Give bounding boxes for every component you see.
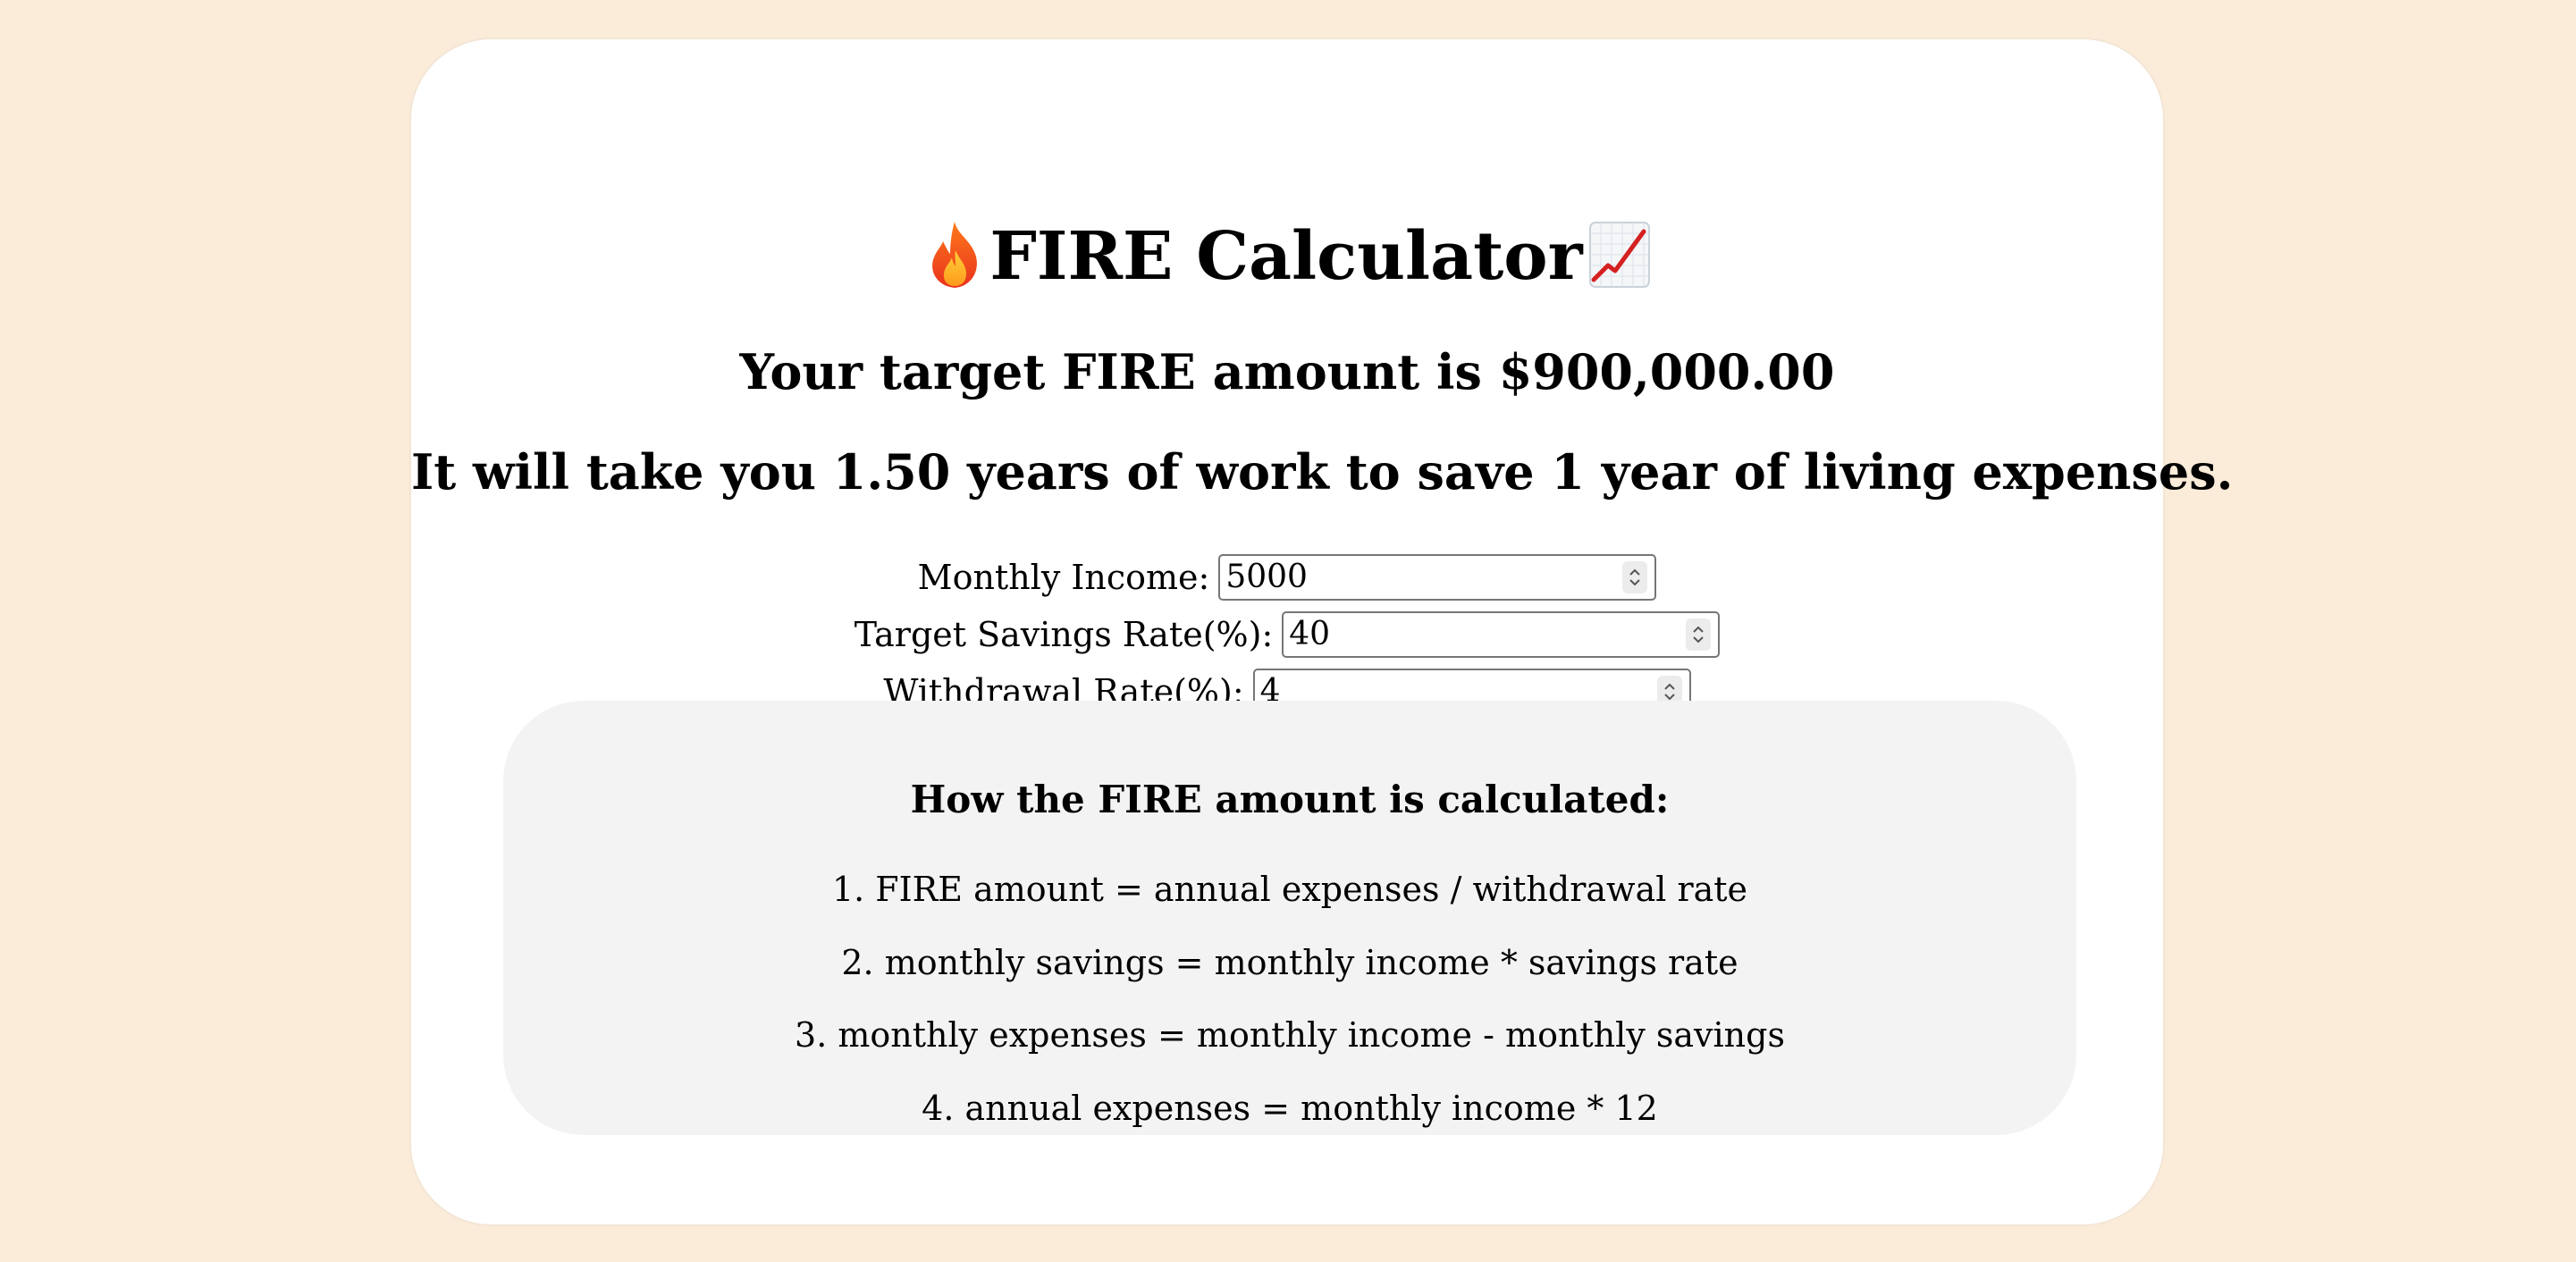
spinner-arrows-icon <box>1629 568 1641 586</box>
years-to-save-text: It will take you 1.50 years of work to s… <box>411 443 2234 501</box>
savings-rate-label: Target Savings Rate(%): <box>854 615 1274 654</box>
monthly-income-input[interactable]: 5000 <box>1218 554 1657 601</box>
savings-rate-value[interactable]: 40 <box>1289 618 1686 651</box>
savings-rate-input[interactable]: 40 <box>1282 611 1721 658</box>
monthly-income-value[interactable]: 5000 <box>1225 561 1622 593</box>
page-title: FIRE Calculator <box>411 216 2163 297</box>
chart-increasing-icon <box>1588 221 1651 289</box>
explanation-step: 3. monthly expenses = monthly income - m… <box>795 1015 1785 1055</box>
fire-icon <box>923 220 986 290</box>
explanation-step: 2. monthly savings = monthly income * sa… <box>841 943 1738 982</box>
explanation-heading: How the FIRE amount is calculated: <box>910 778 1670 821</box>
monthly-income-row: Monthly Income: 5000 <box>411 554 2163 601</box>
calculation-explanation-panel: How the FIRE amount is calculated: 1. FI… <box>503 701 2076 1135</box>
monthly-income-label: Monthly Income: <box>917 558 1210 597</box>
monthly-income-spinner[interactable] <box>1622 561 1648 593</box>
calculator-card: FIRE Calculator Your target FIRE amount … <box>409 38 2234 1226</box>
savings-rate-row: Target Savings Rate(%): 40 <box>411 611 2163 658</box>
savings-rate-spinner[interactable] <box>1686 618 1712 651</box>
explanation-step: 1. FIRE amount = annual expenses / withd… <box>831 870 1748 909</box>
spinner-arrows-icon <box>1693 626 1704 644</box>
explanation-step: 4. annual expenses = monthly income * 12 <box>922 1089 1658 1128</box>
fire-target-amount: Your target FIRE amount is $900,000.00 <box>739 343 1835 400</box>
title-text: FIRE Calculator <box>989 218 1583 295</box>
